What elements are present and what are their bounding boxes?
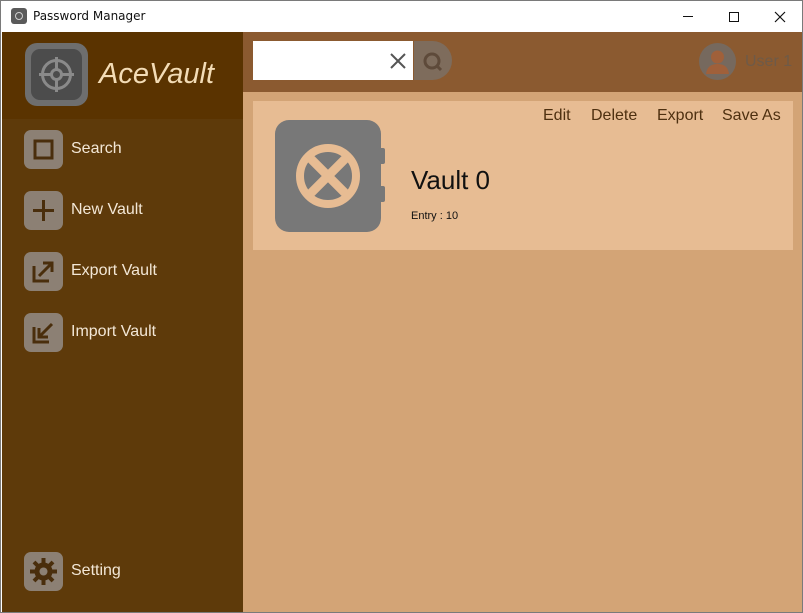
vault-entry-count: Entry : 10 — [411, 210, 459, 222]
vault-name: Vault 0 — [411, 165, 491, 195]
maximize-icon — [729, 11, 739, 22]
edit-vault-button[interactable]: Edit — [543, 107, 571, 125]
sidebar-item-export-vault[interactable]: Export Vault — [2, 247, 243, 297]
app-name: AceVault — [99, 58, 214, 90]
user-icon — [706, 50, 729, 74]
export-icon — [24, 252, 63, 291]
title-bar: Password Manager — [1, 1, 802, 32]
sidebar-item-label: Import Vault — [71, 323, 157, 340]
window-title: Password Manager — [33, 9, 146, 23]
sidebar-item-label: Search — [71, 140, 122, 157]
sidebar: AceVault Search New Vault Export Vault I… — [2, 32, 243, 612]
user-name[interactable]: User 1 — [745, 53, 792, 71]
app-window: Password Manager AceVault Search New Vau… — [0, 0, 803, 613]
sidebar-item-label: Export Vault — [71, 262, 157, 279]
close-button[interactable] — [757, 1, 803, 32]
search-icon — [423, 52, 443, 72]
app-icon — [11, 8, 27, 24]
minimize-icon — [683, 16, 693, 17]
import-icon — [24, 313, 63, 352]
close-icon — [774, 11, 786, 22]
sidebar-item-new-vault[interactable]: New Vault — [2, 186, 243, 236]
save-as-vault-button[interactable]: Save As — [722, 107, 781, 125]
sidebar-item-label: New Vault — [71, 201, 143, 218]
sidebar-item-search[interactable]: Search — [2, 125, 243, 175]
logo-area: AceVault — [2, 32, 243, 119]
search-button[interactable] — [414, 41, 452, 80]
search-icon — [24, 130, 63, 169]
gear-icon — [24, 552, 63, 591]
plus-icon — [24, 191, 63, 230]
vault-logo-icon — [25, 43, 88, 106]
maximize-button[interactable] — [711, 1, 757, 32]
delete-vault-button[interactable]: Delete — [591, 107, 637, 125]
minimize-button[interactable] — [665, 1, 711, 32]
top-bar: User 1 — [243, 32, 802, 92]
sidebar-item-label: Setting — [71, 562, 121, 579]
sidebar-item-setting[interactable]: Setting — [2, 547, 243, 597]
clear-icon — [390, 53, 406, 69]
vault-card[interactable]: Vault 0 Entry : 10 Edit Delete Export Sa… — [253, 101, 793, 250]
clear-search-button[interactable] — [387, 50, 409, 72]
sidebar-item-import-vault[interactable]: Import Vault — [2, 308, 243, 358]
user-avatar[interactable] — [699, 43, 736, 80]
search-input[interactable] — [257, 43, 383, 78]
export-vault-button[interactable]: Export — [657, 107, 703, 125]
vault-safe-icon — [275, 120, 385, 232]
search-box — [253, 41, 413, 80]
vault-list-area: Vault 0 Entry : 10 Edit Delete Export Sa… — [243, 92, 802, 612]
